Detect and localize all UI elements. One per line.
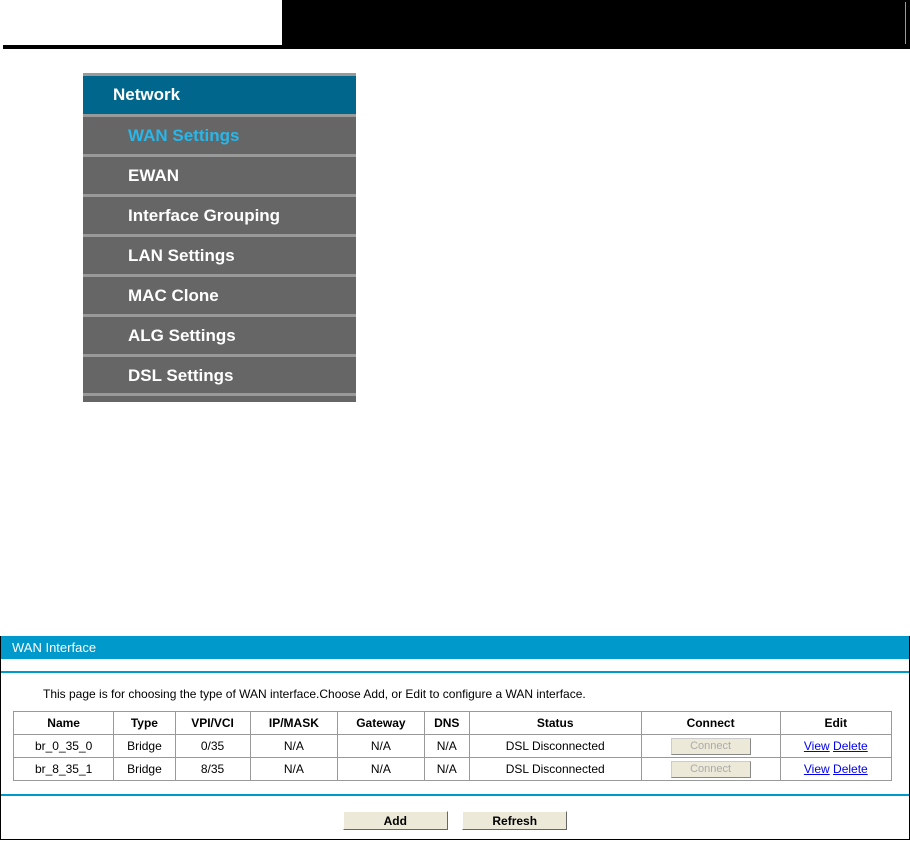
menu-item-mac-clone[interactable]: MAC Clone	[83, 274, 356, 314]
col-edit: Edit	[779, 711, 893, 735]
header-divider	[3, 45, 910, 49]
delete-link[interactable]: Delete	[833, 739, 868, 753]
header-bar	[282, 0, 910, 46]
cell-ipmask: N/A	[249, 757, 339, 781]
menu-item-interface-grouping[interactable]: Interface Grouping	[83, 194, 356, 234]
cell-status: DSL Disconnected	[468, 734, 642, 758]
view-link[interactable]: View	[804, 739, 830, 753]
col-dns: DNS	[423, 711, 470, 735]
cell-status: DSL Disconnected	[468, 757, 642, 781]
col-ipmask: IP/MASK	[249, 711, 339, 735]
delete-link[interactable]: Delete	[833, 762, 868, 776]
col-type: Type	[113, 711, 176, 735]
connect-button[interactable]: Connect	[670, 737, 751, 755]
col-vpivci: VPI/VCI	[174, 711, 251, 735]
wan-table: Name Type VPI/VCI IP/MASK Gateway DNS St…	[12, 711, 893, 781]
cell-dns: N/A	[423, 734, 470, 758]
view-link[interactable]: View	[804, 762, 830, 776]
menu-item-wan-settings[interactable]: WAN Settings	[83, 114, 356, 154]
cell-name: br_0_35_0	[12, 734, 115, 758]
cell-type: Bridge	[113, 757, 176, 781]
panel-description: This page is for choosing the type of WA…	[43, 687, 586, 701]
divider	[1, 671, 909, 673]
menu-item-ewan[interactable]: EWAN	[83, 154, 356, 194]
col-connect: Connect	[640, 711, 781, 735]
menu-item-alg-settings[interactable]: ALG Settings	[83, 314, 356, 354]
refresh-button[interactable]: Refresh	[462, 811, 568, 830]
cell-edit: View Delete	[779, 734, 893, 758]
cell-gateway: N/A	[337, 734, 425, 758]
divider	[1, 794, 909, 796]
cell-edit: View Delete	[779, 757, 893, 781]
cell-connect: Connect	[640, 757, 781, 781]
network-menu: Network WAN Settings EWAN Interface Grou…	[83, 73, 356, 402]
table-header: Name Type VPI/VCI IP/MASK Gateway DNS St…	[12, 711, 893, 735]
table-row: br_8_35_1 Bridge 8/35 N/A N/A N/A DSL Di…	[12, 757, 893, 781]
add-button[interactable]: Add	[342, 811, 448, 830]
cell-gateway: N/A	[337, 757, 425, 781]
panel-title: WAN Interface	[1, 636, 909, 659]
header-edge	[905, 2, 906, 44]
wan-interface-panel: WAN Interface This page is for choosing …	[0, 636, 910, 840]
menu-item-lan-settings[interactable]: LAN Settings	[83, 234, 356, 274]
table-row: br_0_35_0 Bridge 0/35 N/A N/A N/A DSL Di…	[12, 734, 893, 758]
cell-ipmask: N/A	[249, 734, 339, 758]
cell-name: br_8_35_1	[12, 757, 115, 781]
menu-header-network[interactable]: Network	[83, 73, 356, 114]
cell-dns: N/A	[423, 757, 470, 781]
cell-vpivci: 8/35	[174, 757, 251, 781]
connect-button[interactable]: Connect	[670, 760, 751, 778]
cell-type: Bridge	[113, 734, 176, 758]
col-name: Name	[12, 711, 115, 735]
col-gateway: Gateway	[337, 711, 425, 735]
cell-vpivci: 0/35	[174, 734, 251, 758]
cell-connect: Connect	[640, 734, 781, 758]
col-status: Status	[468, 711, 642, 735]
menu-item-dsl-settings[interactable]: DSL Settings	[83, 354, 356, 396]
